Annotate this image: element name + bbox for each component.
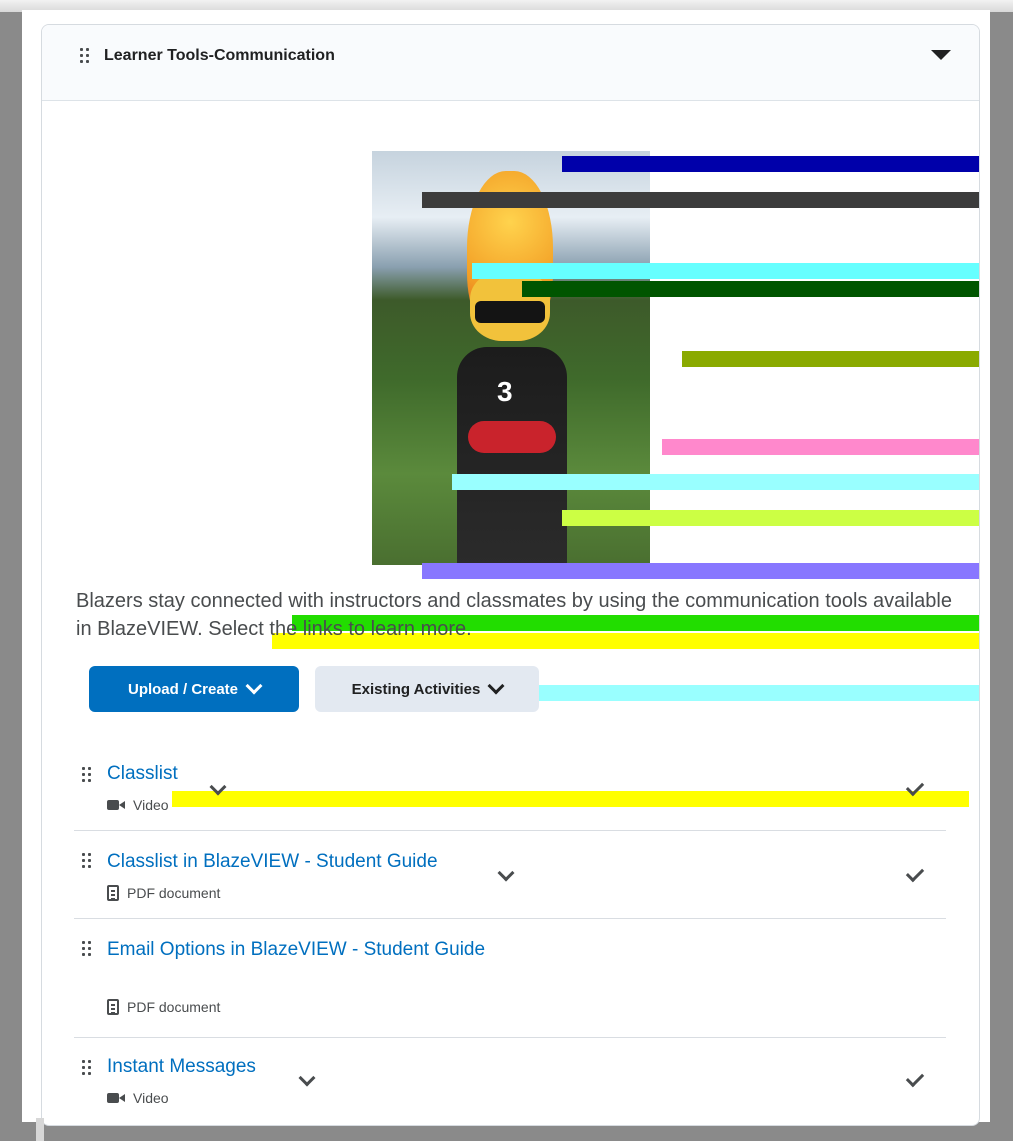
item-type-label: Video (133, 797, 169, 813)
checkmark-icon (905, 863, 925, 883)
drag-handle-icon[interactable] (82, 767, 92, 783)
document-icon (107, 999, 119, 1015)
render-artifact (422, 192, 979, 208)
item-type-label: PDF document (127, 885, 221, 901)
item-type-label: PDF document (127, 999, 221, 1015)
render-artifact (562, 156, 979, 172)
chevron-down-icon (245, 677, 263, 695)
render-artifact (472, 685, 979, 701)
chevron-down-icon[interactable] (298, 1069, 316, 1087)
list-item: Email Options in BlazeVIEW - Student Gui… (74, 919, 946, 1038)
list-item: Classlist Video (74, 757, 946, 831)
existing-activities-button[interactable]: Existing Activities (315, 666, 539, 712)
item-link[interactable]: Email Options in BlazeVIEW - Student Gui… (107, 937, 487, 963)
chevron-down-icon (487, 677, 505, 695)
existing-activities-label: Existing Activities (351, 680, 481, 698)
upload-create-button[interactable]: Upload / Create (89, 666, 299, 712)
item-link[interactable]: Classlist in BlazeVIEW - Student Guide (107, 849, 438, 875)
module-header: Learner Tools-Communication (42, 25, 979, 101)
drag-handle-icon[interactable] (82, 941, 92, 957)
upload-create-label: Upload / Create (127, 680, 239, 698)
item-type: PDF document (107, 999, 220, 1015)
render-artifact (662, 439, 979, 455)
mascot-sunglasses (475, 301, 545, 323)
render-artifact (422, 563, 979, 579)
render-artifact (562, 510, 979, 526)
module-card: Learner Tools-Communication 3 Blazers st… (41, 24, 980, 1126)
item-type: PDF document (107, 885, 220, 901)
scrollbar-stub[interactable] (36, 1118, 44, 1141)
chevron-down-icon[interactable] (497, 864, 515, 882)
mascot-image: 3 (372, 151, 650, 565)
list-item: Instant Messages Video (74, 1038, 946, 1125)
item-link[interactable]: Instant Messages (107, 1054, 256, 1080)
render-artifact (452, 474, 979, 490)
render-artifact (522, 281, 979, 297)
checkmark-icon (905, 1068, 925, 1088)
item-type-label: Video (133, 1090, 169, 1106)
item-type: Video (107, 797, 169, 813)
module-title: Learner Tools-Communication (104, 47, 335, 64)
video-icon (107, 1093, 125, 1103)
video-icon (107, 800, 125, 810)
item-link[interactable]: Classlist (107, 761, 178, 787)
drag-handle-icon[interactable] (82, 853, 92, 869)
mascot-arms (468, 421, 556, 453)
chevron-down-icon[interactable] (209, 778, 227, 796)
collapse-arrow-icon[interactable] (931, 50, 951, 60)
drag-handle-icon[interactable] (82, 1060, 92, 1076)
checkmark-icon (905, 777, 925, 797)
item-type: Video (107, 1090, 169, 1106)
list-item: Classlist in BlazeVIEW - Student Guide P… (74, 831, 946, 919)
mascot-jersey-number: 3 (497, 376, 513, 407)
render-artifact (472, 263, 979, 279)
drag-handle-icon[interactable] (80, 48, 90, 64)
intro-text: Blazers stay connected with instructors … (76, 590, 952, 640)
document-icon (107, 885, 119, 901)
render-artifact (682, 351, 979, 367)
